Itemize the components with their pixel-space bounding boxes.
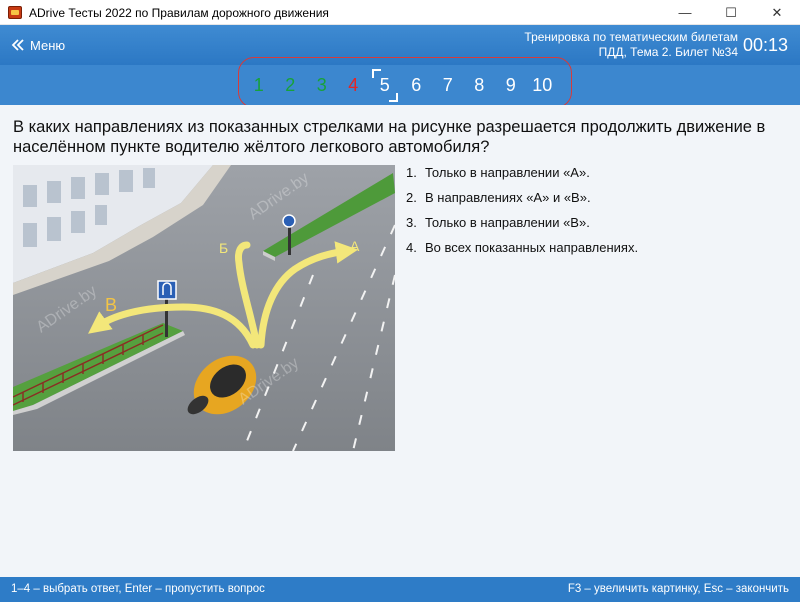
app-logo-icon: [8, 6, 22, 19]
answer-option-3[interactable]: 3. Только в направлении «В».: [406, 215, 638, 231]
hotkey-status-bar: 1–4 – выбрать ответ, Enter – пропустить …: [0, 577, 800, 602]
arrow-label-a: А: [350, 238, 360, 254]
question-text: В каких направлениях из показанных стрел…: [13, 118, 766, 156]
answer-list: 1. Только в направлении «А». 2. В направ…: [406, 165, 638, 265]
hotkeys-left: 1–4 – выбрать ответ, Enter – пропустить …: [11, 583, 265, 595]
mode-info: Тренировка по тематическим билетам ПДД, …: [524, 30, 738, 60]
road-scene-image: А Б В ADrive.by ADrive.by ADrive.by: [13, 165, 395, 451]
answer-text: Только в направлении «В».: [425, 215, 590, 230]
arrow-label-v: В: [105, 295, 117, 315]
highlight-annotation-outline: [238, 57, 572, 108]
close-button[interactable]: ✕: [754, 0, 800, 25]
answer-text: Только в направлении «А».: [425, 165, 590, 180]
double-chevron-left-icon: [11, 39, 24, 51]
answer-option-2[interactable]: 2. В направлениях «А» и «В».: [406, 190, 638, 206]
question-illustration[interactable]: А Б В ADrive.by ADrive.by ADrive.by: [13, 165, 395, 451]
answer-number: 3.: [406, 215, 417, 230]
answer-number: 1.: [406, 165, 417, 180]
arrow-label-b: Б: [219, 240, 228, 256]
answer-option-4[interactable]: 4. Во всех показанных направлениях.: [406, 240, 638, 256]
timer: 00:13: [742, 35, 788, 55]
answer-number: 2.: [406, 190, 417, 205]
window-title: ADrive Тесты 2022 по Правилам дорожного …: [29, 6, 329, 20]
question-panel: В каких направлениях из показанных стрел…: [0, 105, 800, 577]
menu-button[interactable]: Меню: [10, 35, 65, 55]
answer-option-1[interactable]: 1. Только в направлении «А».: [406, 165, 638, 181]
answer-text: Во всех показанных направлениях.: [425, 240, 639, 255]
answer-number: 4.: [406, 240, 417, 255]
maximize-button[interactable]: ☐: [708, 0, 754, 25]
window-titlebar: ADrive Тесты 2022 по Правилам дорожного …: [0, 0, 800, 25]
mode-line-1: Тренировка по тематическим билетам: [524, 30, 738, 44]
hotkeys-right: F3 – увеличить картинку, Esc – закончить: [567, 583, 789, 595]
minimize-button[interactable]: —: [662, 0, 708, 25]
answer-text: В направлениях «А» и «В».: [425, 190, 591, 205]
menu-label: Меню: [30, 37, 66, 53]
